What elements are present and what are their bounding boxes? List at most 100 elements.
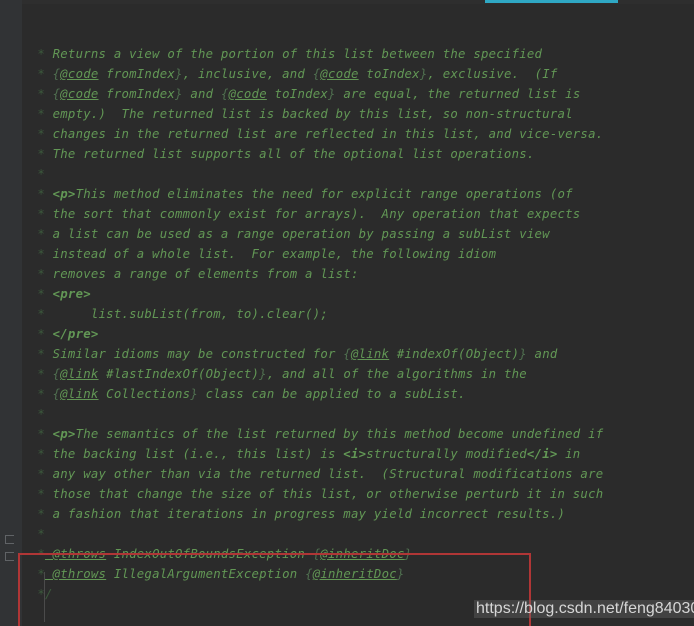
token-tag: @link [350, 347, 390, 361]
token-doc: toIndex [358, 67, 420, 81]
token-brace: } [175, 67, 183, 81]
token-brace: { [305, 567, 313, 581]
javadoc-star: * [37, 487, 45, 501]
javadoc-line[interactable]: * empty.) The returned list is backed by… [22, 104, 694, 124]
token-doc: and [526, 347, 558, 361]
javadoc-line[interactable]: * removes a range of elements from a lis… [22, 264, 694, 284]
javadoc-line[interactable]: * instead of a whole list. For example, … [22, 244, 694, 264]
javadoc-comment-block[interactable]: * Returns a view of the portion of this … [22, 44, 694, 604]
javadoc-star: * [37, 247, 45, 261]
token-tag: @code [228, 87, 267, 101]
token-doc: are equal, the returned list is [335, 87, 581, 101]
javadoc-star: * [37, 227, 45, 241]
token-brace: { [44, 387, 61, 401]
code-fold-marker-icon-1[interactable] [5, 535, 14, 544]
token-brace: } [190, 387, 198, 401]
javadoc-line[interactable]: * @throws IndexOutOfBoundsException {@in… [22, 544, 694, 564]
javadoc-star: * [37, 267, 45, 281]
javadoc-star: * [37, 87, 45, 101]
javadoc-star: * [37, 427, 45, 441]
javadoc-line[interactable]: * <p>This method eliminates the need for… [22, 184, 694, 204]
javadoc-line[interactable]: * Returns a view of the portion of this … [22, 44, 694, 64]
javadoc-line[interactable]: * {@link #lastIndexOf(Object)}, and all … [22, 364, 694, 384]
token-htmltag: <p> [44, 427, 76, 441]
javadoc-star: * [37, 167, 45, 181]
code-fold-marker-icon-2[interactable] [5, 552, 14, 561]
javadoc-line[interactable]: * @throws IllegalArgumentException {@inh… [22, 564, 694, 584]
javadoc-star: * [37, 407, 45, 421]
indent-guide-line [44, 572, 45, 622]
token-doc: IndexOutOfBoundsException [106, 547, 313, 561]
token-doc: list.subList(from, to).clear(); [44, 307, 328, 321]
javadoc-line[interactable]: * those that change the size of this lis… [22, 484, 694, 504]
javadoc-line[interactable]: * the backing list (i.e., this list) is … [22, 444, 694, 464]
token-doc: fromIndex [98, 87, 176, 101]
javadoc-line[interactable]: * [22, 164, 694, 184]
javadoc-line[interactable]: * Similar idioms may be constructed for … [22, 344, 694, 364]
javadoc-line[interactable]: * <pre> [22, 284, 694, 304]
javadoc-line[interactable]: * {@code fromIndex} and {@code toIndex} … [22, 84, 694, 104]
token-doc: #lastIndexOf(Object) [98, 367, 260, 381]
javadoc-star: * [37, 327, 45, 341]
token-doc: and [182, 87, 221, 101]
code-editor[interactable]: * Returns a view of the portion of this … [0, 0, 694, 626]
javadoc-line[interactable]: * the sort that commonly exist for array… [22, 204, 694, 224]
javadoc-line[interactable]: * a fashion that iterations in progress … [22, 504, 694, 524]
token-doc: Returns a view of the portion of this li… [44, 47, 543, 61]
token-tag: @inheritDoc [312, 567, 397, 581]
token-brace: { [343, 347, 351, 361]
javadoc-line[interactable]: * [22, 524, 694, 544]
javadoc-line[interactable]: * <p>The semantics of the list returned … [22, 424, 694, 444]
javadoc-star: * [37, 527, 45, 541]
javadoc-line[interactable]: * a list can be used as a range operatio… [22, 224, 694, 244]
token-brace: } [396, 567, 405, 581]
javadoc-star: * [37, 207, 45, 221]
scroll-position-marker[interactable] [485, 0, 618, 3]
token-tag: @link [60, 387, 99, 401]
token-doc: The returned list supports all of the op… [44, 147, 535, 161]
editor-gutter[interactable] [0, 0, 22, 626]
javadoc-star: * [37, 447, 45, 461]
token-tag: @code [60, 87, 99, 101]
token-doc: the sort that commonly exist for arrays)… [44, 207, 581, 221]
token-htmltag: </pre> [44, 327, 99, 341]
javadoc-line[interactable]: * [22, 404, 694, 424]
token-doc: removes a range of elements from a list: [44, 267, 359, 281]
token-tag: @link [60, 367, 99, 381]
javadoc-star: * [37, 507, 45, 521]
javadoc-line[interactable]: * {@code fromIndex}, inclusive, and {@co… [22, 64, 694, 84]
token-doc: toIndex [266, 87, 329, 101]
javadoc-line[interactable]: * {@link Collections} class can be appli… [22, 384, 694, 404]
javadoc-star: * [37, 287, 45, 301]
javadoc-star: * [37, 67, 45, 81]
token-doc: the backing list (i.e., this list) is [44, 447, 344, 461]
javadoc-star: * [37, 47, 45, 61]
javadoc-line[interactable]: * The returned list supports all of the … [22, 144, 694, 164]
editor-content[interactable]: * Returns a view of the portion of this … [22, 4, 694, 626]
javadoc-line[interactable]: * </pre> [22, 324, 694, 344]
token-brace: } [175, 87, 183, 101]
token-doc: This method eliminates the need for expl… [75, 187, 573, 201]
token-doc: , inclusive, and [182, 67, 313, 81]
javadoc-line[interactable]: * list.subList(from, to).clear(); [22, 304, 694, 324]
javadoc-line[interactable]: * changes in the returned list are refle… [22, 124, 694, 144]
token-doc: , and all of the algorithms in the [266, 367, 527, 381]
javadoc-star: * [37, 467, 45, 481]
javadoc-star: * [37, 347, 45, 361]
token-htmltag: <pre> [44, 287, 91, 301]
javadoc-line[interactable]: * any way other than via the returned li… [22, 464, 694, 484]
